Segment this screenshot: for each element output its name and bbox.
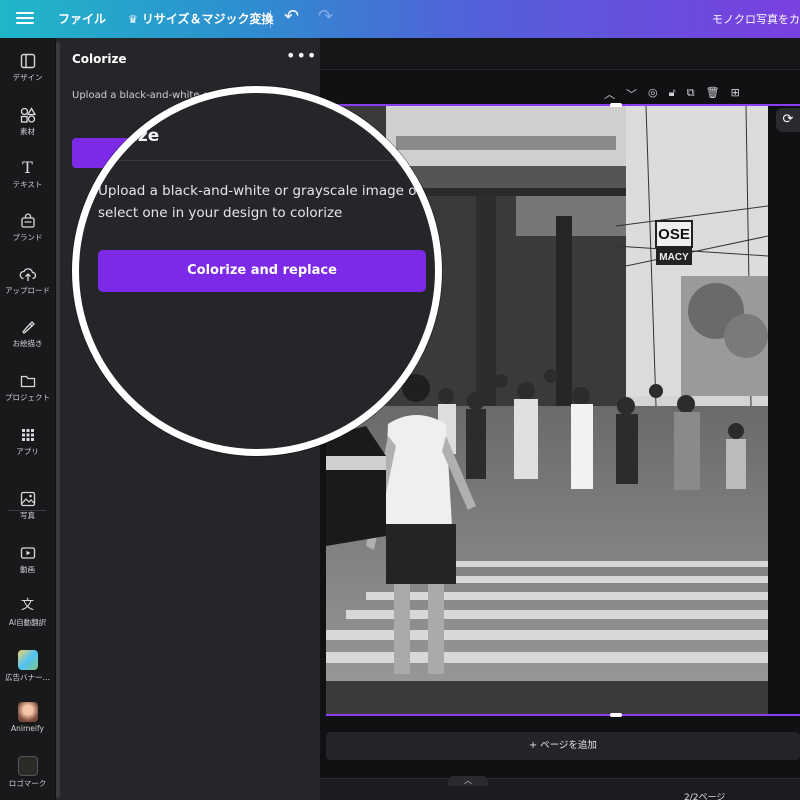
rail-item-label: 動画 — [20, 565, 35, 574]
zoom-magnifier-overlay: ize Upload a black-and-white or grayscal… — [72, 86, 442, 456]
page-counter[interactable]: 2/2ページ — [684, 790, 725, 800]
folder-icon — [20, 375, 35, 388]
ad-banner-app-icon — [17, 650, 38, 670]
rail-item-draw[interactable]: お絵描き — [0, 318, 55, 349]
chevron-up-icon[interactable]: ︿ — [604, 86, 615, 102]
colorize-and-replace-button[interactable]: Colorize and replace — [98, 250, 426, 292]
panel-scrollbar[interactable] — [56, 42, 60, 798]
logo-app-icon — [17, 756, 38, 776]
rail-item-photos[interactable]: 写真 — [0, 490, 55, 521]
crown-icon: ♛ — [128, 13, 138, 26]
resize-label: リサイズ＆マジック変換 — [141, 12, 274, 26]
undo-icon[interactable]: ↶ — [284, 6, 299, 27]
rail-item-brand[interactable]: ブランド — [0, 212, 55, 243]
rail-item-design[interactable]: デザイン — [0, 52, 55, 83]
hamburger-menu-icon[interactable] — [16, 9, 34, 27]
add-page-button[interactable]: + ページを追加 — [326, 732, 800, 760]
text-icon: T — [22, 158, 33, 177]
rail-item-logo-app[interactable]: ロゴマーク — [0, 756, 55, 789]
apps-icon — [21, 429, 34, 441]
upload-icon — [19, 268, 36, 281]
draw-icon — [21, 321, 35, 334]
trash-icon[interactable]: 🗑︎ — [706, 86, 720, 102]
more-dots-icon[interactable]: ••• — [286, 46, 317, 65]
rail-item-label: お絵描き — [12, 339, 43, 348]
add-page-icon[interactable]: ⊞ — [731, 86, 740, 102]
magnified-divider — [79, 160, 435, 161]
page-toolbar: ︿ ﹀ ◎ 🔓︎ ⧉ 🗑︎ ⊞ — [604, 86, 740, 102]
rail-item-label: 写真 — [20, 511, 35, 520]
rail-item-label: アプリ — [16, 447, 39, 456]
photo-icon — [20, 491, 35, 507]
toolbar-divider — [270, 10, 271, 28]
rail-item-upload[interactable]: アップロード — [0, 265, 55, 296]
translate-icon: 文 — [20, 598, 34, 613]
redo-icon[interactable]: ↷ — [318, 6, 333, 27]
rail-item-label: ブランド — [12, 233, 43, 242]
rail-item-text[interactable]: T テキスト — [0, 159, 55, 190]
magnified-panel-title: ize — [132, 126, 160, 146]
canvas-sign-text-2: MACY — [659, 252, 689, 263]
duplicate-icon[interactable]: ⧉ — [687, 86, 695, 102]
rail-item-label: ロゴマーク — [8, 779, 47, 788]
file-menu-button[interactable]: ファイル — [58, 10, 106, 27]
rail-item-projects[interactable]: プロジェクト — [0, 372, 55, 403]
chevron-down-icon[interactable]: ﹀ — [626, 86, 637, 102]
selection-border-bottom — [326, 714, 800, 716]
rail-item-ad-banner-app[interactable]: 広告バナー… — [0, 650, 55, 683]
chevron-up-collapse-icon[interactable]: ︿ — [448, 776, 488, 786]
shapes-icon — [20, 107, 36, 123]
rail-item-label: デザイン — [12, 73, 43, 82]
rail-item-elements[interactable]: 素材 — [0, 106, 55, 137]
left-sidebar-rail: デザイン 素材 T テキスト ブランド アップロード お絵描き プロジェクト ア… — [0, 38, 55, 800]
rail-item-label: AI自動翻訳 — [8, 618, 47, 627]
rail-item-label: テキスト — [12, 180, 43, 189]
layout-icon — [20, 53, 35, 69]
hide-eye-icon[interactable]: ◎ — [648, 86, 658, 102]
rail-item-ai-translate[interactable]: 文 AI自動翻訳 — [0, 597, 55, 628]
bottom-bar — [320, 778, 800, 800]
rail-item-label: 素材 — [20, 127, 35, 136]
magnified-description: Upload a black-and-white or grayscale im… — [98, 183, 423, 221]
rail-item-label: プロジェクト — [5, 393, 50, 402]
brand-icon — [20, 213, 35, 228]
resize-handle-top[interactable] — [610, 103, 622, 107]
resize-handle-bottom[interactable] — [610, 713, 622, 717]
rail-item-label: Animeify — [11, 724, 44, 733]
resize-magic-switch-button[interactable]: ♛ リサイズ＆マジック変換 — [128, 10, 274, 27]
refresh-icon[interactable]: ⟳ — [776, 108, 800, 132]
lock-icon[interactable]: 🔓︎ — [669, 86, 676, 102]
animeify-app-icon — [17, 702, 38, 722]
rail-item-label: アップロード — [5, 286, 50, 295]
rail-item-apps[interactable]: アプリ — [0, 426, 55, 457]
rail-item-animeify-app[interactable]: Animeify — [0, 702, 55, 733]
top-bar: ファイル ♛リサイズ＆マジック変換 ↶ ↷ モノクロ写真をカラー — [0, 0, 800, 38]
rail-item-videos[interactable]: 動画 — [0, 544, 55, 575]
panel-title: Colorize — [72, 52, 127, 66]
video-icon — [20, 547, 35, 559]
canvas-header-strip — [320, 38, 800, 70]
canvas-sign-text-1: OSE — [658, 226, 690, 243]
rail-item-label: 広告バナー… — [5, 673, 50, 682]
document-title[interactable]: モノクロ写真をカラー — [712, 11, 800, 27]
